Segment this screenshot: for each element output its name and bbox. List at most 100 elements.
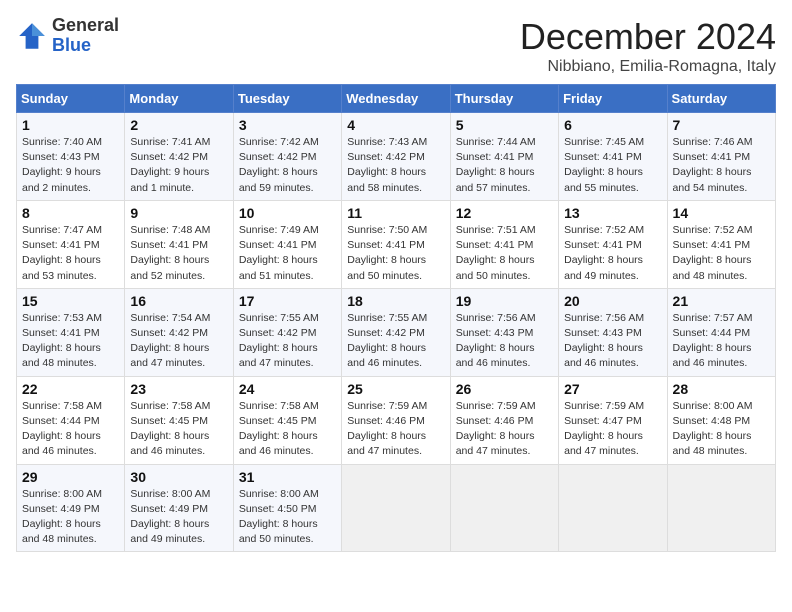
day-number: 20 (564, 293, 661, 309)
day-detail: Sunrise: 8:00 AM Sunset: 4:48 PM Dayligh… (673, 399, 770, 460)
day-detail: Sunrise: 8:00 AM Sunset: 4:50 PM Dayligh… (239, 487, 336, 548)
day-number: 4 (347, 117, 444, 133)
calendar-cell: 3 Sunrise: 7:42 AM Sunset: 4:42 PM Daylig… (233, 113, 341, 201)
day-header-sunday: Sunday (17, 85, 125, 113)
day-number: 24 (239, 381, 336, 397)
calendar-cell (559, 464, 667, 552)
calendar-cell: 2 Sunrise: 7:41 AM Sunset: 4:42 PM Daylig… (125, 113, 233, 201)
calendar-cell: 23Sunrise: 7:58 AM Sunset: 4:45 PM Dayli… (125, 376, 233, 464)
day-detail: Sunrise: 7:57 AM Sunset: 4:44 PM Dayligh… (673, 311, 770, 372)
day-number: 2 (130, 117, 227, 133)
calendar-cell: 7 Sunrise: 7:46 AM Sunset: 4:41 PM Daylig… (667, 113, 775, 201)
day-number: 29 (22, 469, 119, 485)
day-detail: Sunrise: 8:00 AM Sunset: 4:49 PM Dayligh… (130, 487, 227, 548)
day-number: 18 (347, 293, 444, 309)
day-number: 7 (673, 117, 770, 133)
day-detail: Sunrise: 7:50 AM Sunset: 4:41 PM Dayligh… (347, 223, 444, 284)
month-title: December 2024 (520, 16, 776, 58)
calendar-cell: 20 Sunrise: 7:56 AM Sunset: 4:43 PM Dayli… (559, 288, 667, 376)
day-number: 21 (673, 293, 770, 309)
calendar-cell: 12Sunrise: 7:51 AM Sunset: 4:41 PM Dayli… (450, 200, 558, 288)
day-number: 30 (130, 469, 227, 485)
calendar-cell: 24 Sunrise: 7:58 AM Sunset: 4:45 PM Dayli… (233, 376, 341, 464)
day-number: 3 (239, 117, 336, 133)
calendar-cell (450, 464, 558, 552)
calendar-cell: 31 Sunrise: 8:00 AM Sunset: 4:50 PM Dayli… (233, 464, 341, 552)
calendar-cell (342, 464, 450, 552)
day-detail: Sunrise: 7:58 AM Sunset: 4:45 PM Dayligh… (239, 399, 336, 460)
day-number: 23 (130, 381, 227, 397)
calendar-cell: 14Sunrise: 7:52 AM Sunset: 4:41 PM Dayli… (667, 200, 775, 288)
day-number: 19 (456, 293, 553, 309)
logo-icon (16, 20, 48, 52)
day-detail: Sunrise: 7:47 AM Sunset: 4:41 PM Dayligh… (22, 223, 119, 284)
day-detail: Sunrise: 7:55 AM Sunset: 4:42 PM Dayligh… (347, 311, 444, 372)
day-detail: Sunrise: 7:44 AM Sunset: 4:41 PM Dayligh… (456, 135, 553, 196)
day-detail: Sunrise: 7:59 AM Sunset: 4:46 PM Dayligh… (347, 399, 444, 460)
calendar-cell: 9 Sunrise: 7:48 AM Sunset: 4:41 PM Daylig… (125, 200, 233, 288)
calendar-cell: 18 Sunrise: 7:55 AM Sunset: 4:42 PM Dayli… (342, 288, 450, 376)
day-detail: Sunrise: 7:56 AM Sunset: 4:43 PM Dayligh… (564, 311, 661, 372)
day-number: 8 (22, 205, 119, 221)
day-detail: Sunrise: 7:59 AM Sunset: 4:46 PM Dayligh… (456, 399, 553, 460)
calendar-cell: 25 Sunrise: 7:59 AM Sunset: 4:46 PM Dayli… (342, 376, 450, 464)
day-number: 10 (239, 205, 336, 221)
calendar-cell: 6Sunrise: 7:45 AM Sunset: 4:41 PM Daylig… (559, 113, 667, 201)
day-detail: Sunrise: 7:43 AM Sunset: 4:42 PM Dayligh… (347, 135, 444, 196)
calendar-cell: 16Sunrise: 7:54 AM Sunset: 4:42 PM Dayli… (125, 288, 233, 376)
day-detail: Sunrise: 7:56 AM Sunset: 4:43 PM Dayligh… (456, 311, 553, 372)
logo-general-text: General (52, 15, 119, 35)
day-header-saturday: Saturday (667, 85, 775, 113)
day-detail: Sunrise: 7:59 AM Sunset: 4:47 PM Dayligh… (564, 399, 661, 460)
calendar-week-row: 22 Sunrise: 7:58 AM Sunset: 4:44 PM Dayli… (17, 376, 776, 464)
day-number: 31 (239, 469, 336, 485)
calendar-cell: 1Sunrise: 7:40 AM Sunset: 4:43 PM Daylig… (17, 113, 125, 201)
calendar-cell: 4 Sunrise: 7:43 AM Sunset: 4:42 PM Daylig… (342, 113, 450, 201)
calendar-week-row: 1Sunrise: 7:40 AM Sunset: 4:43 PM Daylig… (17, 113, 776, 201)
day-header-monday: Monday (125, 85, 233, 113)
day-number: 27 (564, 381, 661, 397)
day-number: 22 (22, 381, 119, 397)
calendar-cell: 8 Sunrise: 7:47 AM Sunset: 4:41 PM Daylig… (17, 200, 125, 288)
calendar-cell: 21 Sunrise: 7:57 AM Sunset: 4:44 PM Dayli… (667, 288, 775, 376)
calendar-cell: 11Sunrise: 7:50 AM Sunset: 4:41 PM Dayli… (342, 200, 450, 288)
day-detail: Sunrise: 7:48 AM Sunset: 4:41 PM Dayligh… (130, 223, 227, 284)
day-number: 9 (130, 205, 227, 221)
calendar-cell: 15Sunrise: 7:53 AM Sunset: 4:41 PM Dayli… (17, 288, 125, 376)
day-number: 15 (22, 293, 119, 309)
location-title: Nibbiano, Emilia-Romagna, Italy (520, 58, 776, 76)
title-block: December 2024 Nibbiano, Emilia-Romagna, … (520, 16, 776, 76)
day-number: 5 (456, 117, 553, 133)
calendar-cell: 13 Sunrise: 7:52 AM Sunset: 4:41 PM Dayli… (559, 200, 667, 288)
calendar-week-row: 29 Sunrise: 8:00 AM Sunset: 4:49 PM Dayli… (17, 464, 776, 552)
calendar-cell (667, 464, 775, 552)
day-header-thursday: Thursday (450, 85, 558, 113)
day-number: 25 (347, 381, 444, 397)
day-detail: Sunrise: 7:46 AM Sunset: 4:41 PM Dayligh… (673, 135, 770, 196)
calendar-cell: 29 Sunrise: 8:00 AM Sunset: 4:49 PM Dayli… (17, 464, 125, 552)
day-detail: Sunrise: 7:41 AM Sunset: 4:42 PM Dayligh… (130, 135, 227, 196)
day-number: 6 (564, 117, 661, 133)
calendar-body: 1Sunrise: 7:40 AM Sunset: 4:43 PM Daylig… (17, 113, 776, 552)
day-detail: Sunrise: 8:00 AM Sunset: 4:49 PM Dayligh… (22, 487, 119, 548)
day-number: 13 (564, 205, 661, 221)
calendar-cell: 30 Sunrise: 8:00 AM Sunset: 4:49 PM Dayli… (125, 464, 233, 552)
calendar-cell: 17Sunrise: 7:55 AM Sunset: 4:42 PM Dayli… (233, 288, 341, 376)
logo: General Blue (16, 16, 119, 56)
calendar-table: SundayMondayTuesdayWednesdayThursdayFrid… (16, 84, 776, 552)
day-detail: Sunrise: 7:58 AM Sunset: 4:44 PM Dayligh… (22, 399, 119, 460)
day-header-tuesday: Tuesday (233, 85, 341, 113)
day-number: 28 (673, 381, 770, 397)
calendar-cell: 10Sunrise: 7:49 AM Sunset: 4:41 PM Dayli… (233, 200, 341, 288)
calendar-cell: 19 Sunrise: 7:56 AM Sunset: 4:43 PM Dayli… (450, 288, 558, 376)
day-number: 16 (130, 293, 227, 309)
calendar-header-row: SundayMondayTuesdayWednesdayThursdayFrid… (17, 85, 776, 113)
day-detail: Sunrise: 7:52 AM Sunset: 4:41 PM Dayligh… (564, 223, 661, 284)
calendar-cell: 22 Sunrise: 7:58 AM Sunset: 4:44 PM Dayli… (17, 376, 125, 464)
day-number: 12 (456, 205, 553, 221)
page-header: General Blue December 2024 Nibbiano, Emi… (16, 16, 776, 76)
day-detail: Sunrise: 7:52 AM Sunset: 4:41 PM Dayligh… (673, 223, 770, 284)
calendar-cell: 5 Sunrise: 7:44 AM Sunset: 4:41 PM Daylig… (450, 113, 558, 201)
day-detail: Sunrise: 7:42 AM Sunset: 4:42 PM Dayligh… (239, 135, 336, 196)
day-number: 1 (22, 117, 119, 133)
